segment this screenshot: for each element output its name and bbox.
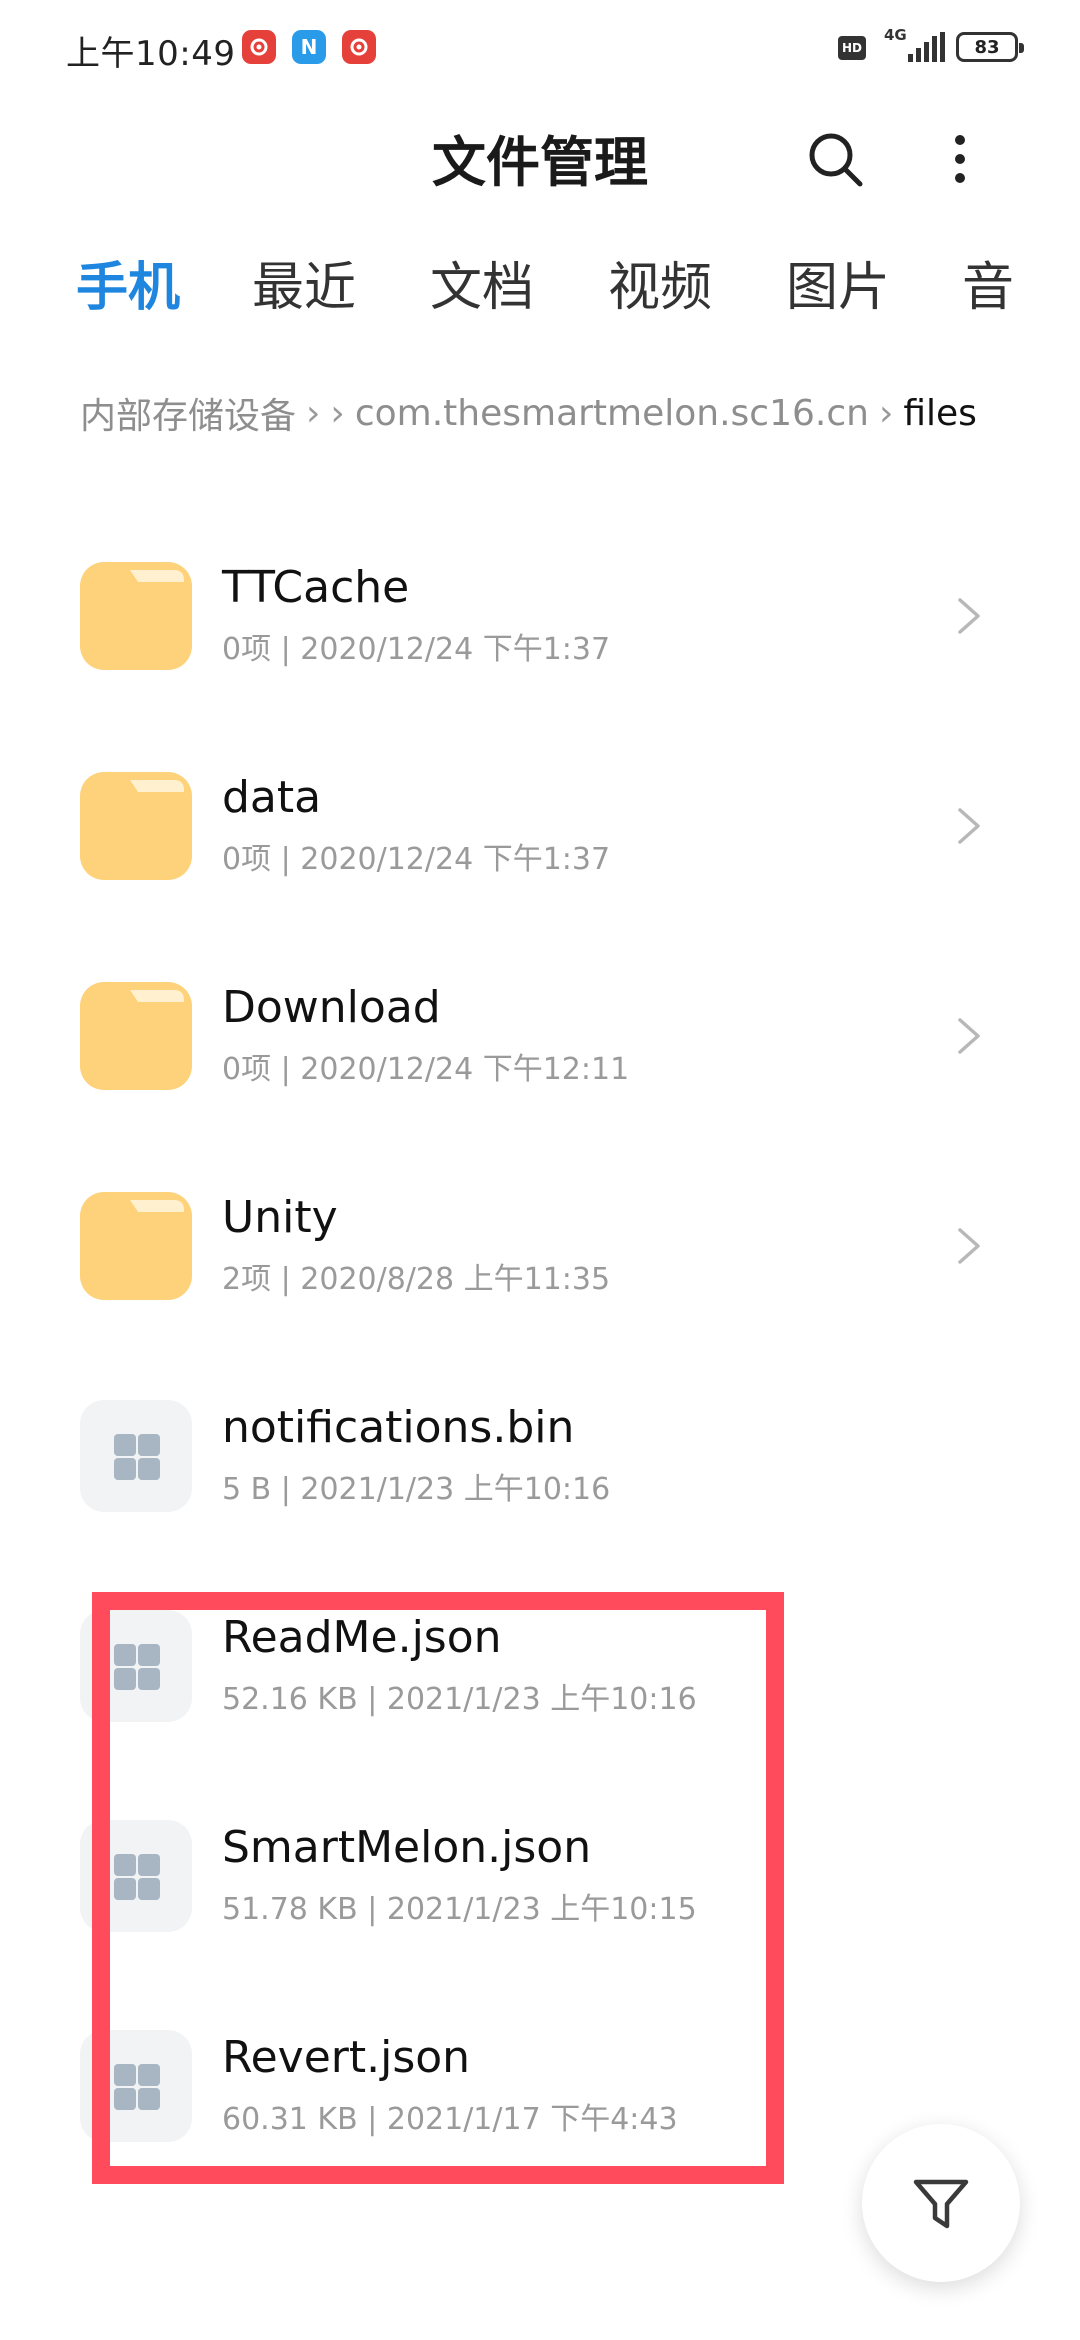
- item-meta: 0项 | 2020/12/24 下午1:37: [222, 842, 611, 877]
- filter-icon: [913, 2179, 969, 2229]
- signal-icon: [908, 32, 945, 62]
- list-item[interactable]: Unity 2项 | 2020/8/28 上午11:35: [0, 1140, 1080, 1350]
- page-title: 文件管理: [432, 131, 648, 194]
- item-name: notifications.bin: [222, 1402, 575, 1453]
- item-meta: 2项 | 2020/8/28 上午11:35: [222, 1262, 611, 1297]
- list-item[interactable]: TTCache 0项 | 2020/12/24 下午1:37: [0, 510, 1080, 720]
- tab-audio[interactable]: 音: [962, 245, 1014, 320]
- tab-recent[interactable]: 最近: [252, 245, 356, 320]
- chevron-right-icon: ›: [330, 392, 345, 434]
- selection-highlight-box: [92, 1592, 784, 2184]
- list-item[interactable]: notifications.bin 5 B | 2021/1/23 上午10:1…: [0, 1350, 1080, 1560]
- tab-documents[interactable]: 文档: [430, 245, 534, 320]
- item-meta: 0项 | 2020/12/24 下午12:11: [222, 1052, 630, 1087]
- netease-music-icon: [242, 30, 276, 64]
- breadcrumb-current: files: [903, 392, 977, 434]
- chevron-right-icon: ›: [306, 392, 321, 434]
- tab-videos[interactable]: 视频: [608, 245, 712, 320]
- list-item[interactable]: Download 0项 | 2020/12/24 下午12:11: [0, 930, 1080, 1140]
- tab-images[interactable]: 图片: [786, 245, 890, 320]
- chevron-right-icon: [958, 808, 980, 844]
- item-name: data: [222, 772, 322, 823]
- search-icon[interactable]: [800, 124, 870, 194]
- battery-indicator: 83: [956, 32, 1024, 62]
- category-tabs: 手机 最近 文档 视频 图片 音: [0, 245, 1080, 325]
- breadcrumb-root[interactable]: 内部存储设备: [80, 387, 296, 439]
- item-name: TTCache: [222, 562, 410, 613]
- list-item[interactable]: data 0项 | 2020/12/24 下午1:37: [0, 720, 1080, 930]
- netease-music-icon: [342, 30, 376, 64]
- chevron-right-icon: ›: [878, 392, 894, 434]
- status-time: 上午10:49: [66, 34, 236, 74]
- item-meta: 5 B | 2021/1/23 上午10:16: [222, 1472, 611, 1507]
- folder-icon: [80, 1192, 192, 1300]
- item-meta: 0项 | 2020/12/24 下午1:37: [222, 632, 611, 667]
- tab-phone[interactable]: 手机: [76, 245, 180, 320]
- hd-badge: HD: [838, 36, 866, 60]
- n-app-icon: N: [292, 30, 326, 64]
- filter-button[interactable]: [862, 2124, 1020, 2282]
- chevron-right-icon: [958, 1228, 980, 1264]
- folder-icon: [80, 562, 192, 670]
- battery-level: 83: [974, 36, 1000, 58]
- item-name: Unity: [222, 1192, 338, 1243]
- network-type-label: 4G: [884, 26, 907, 44]
- chevron-right-icon: [958, 598, 980, 634]
- more-vertical-icon[interactable]: [940, 124, 980, 194]
- folder-icon: [80, 772, 192, 880]
- item-name: Download: [222, 982, 441, 1033]
- folder-icon: [80, 982, 192, 1090]
- chevron-right-icon: [958, 1018, 980, 1054]
- status-bar: 上午10:49 N HD 4G 83: [0, 0, 1080, 100]
- breadcrumb-middle[interactable]: com.thesmartmelon.sc16.cn: [355, 393, 869, 434]
- file-generic-icon: [80, 1400, 192, 1512]
- breadcrumb: 内部存储设备 › › com.thesmartmelon.sc16.cn › f…: [80, 388, 977, 438]
